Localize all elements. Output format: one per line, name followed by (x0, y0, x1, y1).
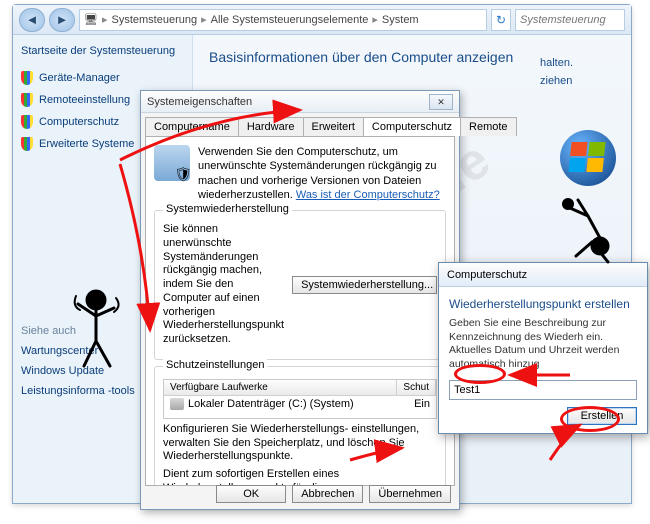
shield-icon (21, 93, 33, 107)
breadcrumb[interactable]: 🖥 ▸ Systemsteuerung ▸ Alle Systemsteueru… (79, 9, 487, 31)
cancel-button[interactable]: Abbrechen (292, 485, 363, 503)
tab-computername[interactable]: Computername (145, 117, 239, 136)
windows-logo (560, 130, 616, 186)
drive-list[interactable]: Verfügbare Laufwerke Schut Lokaler Daten… (163, 379, 437, 419)
create-button[interactable]: Erstellen (567, 407, 637, 425)
refresh-button[interactable]: ↻ (491, 9, 511, 31)
tab-erweitert[interactable]: Erweitert (303, 117, 364, 136)
system-properties-dialog: Systemeigenschaften ✕ Computername Hardw… (140, 90, 460, 510)
sidebar-title: Startseite der Systemsteuerung (21, 45, 184, 57)
dialog-titlebar: Systemeigenschaften ✕ (141, 91, 459, 113)
tab-hardware[interactable]: Hardware (238, 117, 304, 136)
shield-monitor-icon (154, 145, 190, 181)
config-text: Konfigurieren Sie Wiederherstellungs- ei… (163, 423, 437, 464)
group-restore: Systemwiederherstellung Sie können unerw… (154, 210, 446, 360)
shield-icon (21, 115, 33, 129)
search-input[interactable] (515, 9, 625, 31)
shield-icon (21, 137, 33, 151)
toolbar: ◄ ► 🖥 ▸ Systemsteuerung ▸ Alle Systemste… (13, 5, 631, 35)
apply-button[interactable]: Übernehmen (369, 485, 451, 503)
tab-panel: Verwenden Sie den Computerschutz, um une… (145, 136, 455, 486)
breadcrumb-item[interactable]: System (382, 14, 419, 26)
tab-bar: Computername Hardware Erweitert Computer… (141, 113, 459, 136)
dialog-title: Computerschutz (447, 269, 527, 281)
dialog-title: Systemeigenschaften (147, 96, 252, 108)
group-settings: Schutzeinstellungen Verfügbare Laufwerke… (154, 366, 446, 486)
stick-figure-icon (66, 286, 126, 376)
restore-point-name-input[interactable] (449, 380, 637, 400)
right-link-column: halten. ziehen (540, 54, 630, 90)
drive-row[interactable]: Lokaler Datenträger (C:) (System) Ein (164, 396, 436, 412)
shield-icon (21, 71, 33, 85)
close-button[interactable]: ✕ (429, 94, 453, 110)
dialog-desc: Geben Sie eine Beschreibung zur Kennzeic… (449, 317, 637, 372)
forward-button[interactable]: ► (49, 8, 75, 32)
dialog-heading: Wiederherstellungspunkt erstellen (449, 297, 637, 311)
restore-point-dialog: Computerschutz Wiederherstellungspunkt e… (438, 262, 648, 434)
what-is-link[interactable]: Was ist der Computerschutz? (296, 189, 440, 201)
breadcrumb-item[interactable]: Systemsteuerung (112, 14, 198, 26)
create-text: Dient zum sofortigen Erstellen eines Wie… (163, 468, 359, 486)
ok-button[interactable]: OK (216, 485, 286, 503)
breadcrumb-item[interactable]: Alle Systemsteuerungselemente (211, 14, 369, 26)
stick-figure-kick-icon (558, 196, 618, 276)
dialog-footer: OK Abbrechen Übernehmen (216, 485, 451, 503)
system-restore-button[interactable]: Systemwiederherstellung... (292, 276, 437, 294)
intro-text: Verwenden Sie den Computerschutz, um une… (198, 145, 446, 202)
drive-icon (170, 398, 184, 410)
tab-computerschutz[interactable]: Computerschutz (363, 117, 461, 136)
right-link[interactable]: halten. (540, 54, 630, 72)
right-link[interactable]: ziehen (540, 72, 630, 90)
back-button[interactable]: ◄ (19, 8, 45, 32)
tab-remote[interactable]: Remote (460, 117, 517, 136)
restore-text: Sie können unerwünschte Systemänderungen… (163, 223, 284, 347)
sidebar-item-device-manager[interactable]: Geräte-Manager (21, 67, 184, 89)
